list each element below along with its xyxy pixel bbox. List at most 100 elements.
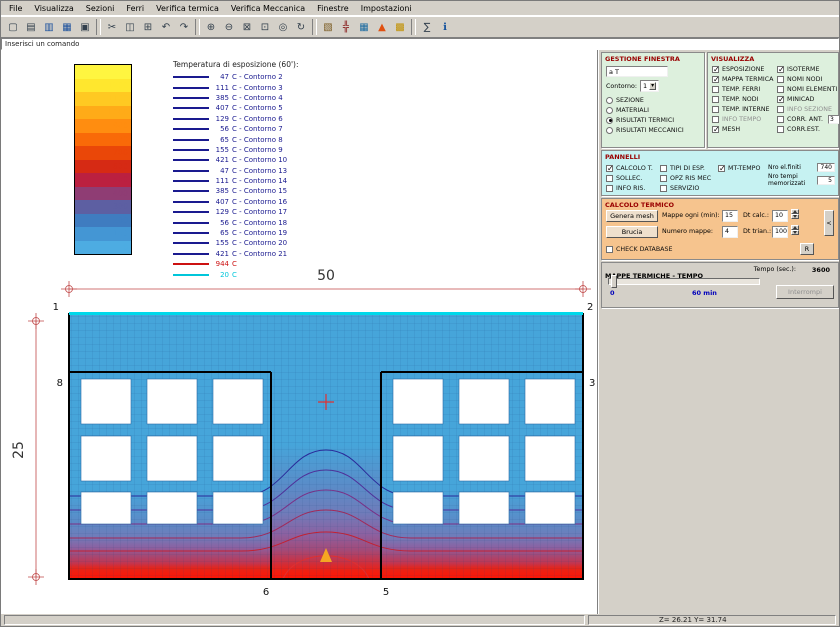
cut-icon[interactable]: ✂ — [103, 19, 121, 36]
save-icon[interactable]: ▥ — [40, 19, 58, 36]
dim-width-label: 50 — [317, 268, 335, 284]
r-button[interactable]: R — [800, 243, 814, 255]
visualizza-panel: VISUALIZZA ESPOSIZIONE MAPPA TERMICA TEM… — [707, 52, 839, 148]
C - Contorno 21: 421 C - Contorno 21 — [173, 249, 298, 259]
dt-calc-stepper[interactable] — [791, 209, 799, 219]
menu-item-ferri[interactable]: Ferri — [120, 3, 150, 14]
menu-item-visualizza[interactable]: Visualizza — [28, 3, 79, 14]
checkbox-mt-tempo[interactable]: MT-TEMPO — [714, 163, 768, 173]
mesh-gen-icon[interactable]: ▦ — [355, 19, 373, 36]
checkbox-mesh[interactable]: MESH — [708, 124, 773, 134]
menu-item-finestre[interactable]: Finestre — [311, 3, 355, 14]
checkbox-mappa-termica[interactable]: MAPPA TERMICA — [708, 74, 773, 84]
menu-item-impostazioni[interactable]: Impostazioni — [355, 3, 418, 14]
contorno-label: Contorno: — [606, 83, 637, 90]
flame-icon[interactable]: ▲ — [373, 19, 391, 36]
dt-trian-field[interactable]: 100 — [772, 226, 788, 238]
time-slider[interactable] — [608, 278, 760, 285]
checkbox-nomi-nodi[interactable]: NOMI NODI — [773, 74, 838, 84]
collapse-panel-button[interactable]: < — [824, 210, 834, 236]
zoom-window-icon[interactable]: ⊠ — [238, 19, 256, 36]
radio-materiali[interactable]: MATERIALI — [602, 105, 704, 115]
check-database-checkbox[interactable]: CHECK DATABASE — [602, 244, 672, 254]
checkbox-nomi-elementi[interactable]: NOMI ELEMENTI — [773, 84, 838, 94]
contorno-select[interactable]: 1 ▾ — [640, 80, 659, 92]
time-slider-handle[interactable] — [611, 275, 617, 288]
menu-bar: File Visualizza Sezioni Ferri Verifica t… — [1, 1, 839, 16]
redo-icon[interactable]: ↷ — [175, 19, 193, 36]
save-all-icon[interactable]: ▦ — [58, 19, 76, 36]
checkbox-info-ris[interactable]: INFO RIS. — [602, 183, 656, 193]
slider-min-label: 0 — [610, 289, 615, 297]
C - Contorno 16: 407 C - Contorno 16 — [173, 197, 298, 207]
thermal-map-icon[interactable]: ▩ — [391, 19, 409, 36]
menu-item-verifica-termica[interactable]: Verifica termica — [150, 3, 225, 14]
copy-icon[interactable]: ◫ — [121, 19, 139, 36]
print-icon[interactable]: ▣ — [76, 19, 94, 36]
gestione-finestra-panel: GESTIONE FINESTRA a T Contorno: 1 ▾ SEZI… — [601, 52, 705, 148]
C - Contorno 8: 65 C - Contorno 8 — [173, 134, 298, 144]
checkbox-temp-interne[interactable]: TEMP. INTERNE — [708, 104, 773, 114]
nro-el-finiti-label: Nro el.finiti — [768, 164, 817, 171]
new-icon[interactable]: ▢ — [4, 19, 22, 36]
C - Contorno 18: 56 C - Contorno 18 — [173, 217, 298, 227]
C - Contorno 19: 65 C - Contorno 19 — [173, 228, 298, 238]
checkbox-servizio[interactable]: SERVIZIO — [656, 183, 714, 193]
open-icon[interactable]: ▤ — [22, 19, 40, 36]
sezione-name-field[interactable]: a T — [606, 66, 668, 77]
zoom-in-icon[interactable]: ⊕ — [202, 19, 220, 36]
zoom-out-icon[interactable]: ⊖ — [220, 19, 238, 36]
temperature-colorbar: 1300 1200 1100 1000 900 800 700 600 500 — [74, 64, 132, 255]
svg-text:5: 5 — [383, 587, 389, 598]
info-icon[interactable]: ℹ — [436, 19, 454, 36]
chevron-down-icon[interactable]: ▾ — [649, 82, 656, 90]
nro-el-finiti-field: 740 — [817, 163, 835, 172]
redraw-icon[interactable]: ↻ — [292, 19, 310, 36]
genera-mesh-button[interactable]: Genera mesh — [606, 210, 658, 222]
mappe-ogni-field[interactable]: 15 — [722, 210, 738, 222]
radio-sezione[interactable]: SEZIONE — [602, 95, 704, 105]
checkbox-temp-ferri[interactable]: TEMP. FERRI — [708, 84, 773, 94]
svg-text:2: 2 — [587, 302, 593, 313]
checkbox-corr-ant[interactable]: CORR. ANT.3 — [773, 114, 838, 124]
checkbox-tipi-di-esp[interactable]: TIPI DI ESP. — [656, 163, 714, 173]
radio-risultati-termici[interactable]: RISULTATI TERMICI — [602, 115, 704, 125]
C - Contorno 2: 47 C - Contorno 2 — [173, 72, 298, 82]
checkbox-temp-nodi[interactable]: TEMP. NODI — [708, 94, 773, 104]
section-icon[interactable]: ▧ — [319, 19, 337, 36]
C - Contorno 3: 111 C - Contorno 3 — [173, 82, 298, 92]
radio-risultati-meccanici[interactable]: RISULTATI MECCANICI — [602, 125, 704, 135]
command-input[interactable]: Inserisci un comando — [1, 38, 839, 50]
drawing-canvas[interactable]: 50 25 1 2 8 3 6 5 1300 — [1, 50, 598, 614]
checkbox-info-tempo[interactable]: INFO TEMPO — [708, 114, 773, 124]
brucia-button[interactable]: Brucia — [606, 226, 658, 238]
menu-item-sezioni[interactable]: Sezioni — [80, 3, 121, 14]
C - Contorno 10: 421 C - Contorno 10 — [173, 155, 298, 165]
C: 944 C — [173, 259, 298, 269]
menu-item-verifica-meccanica[interactable]: Verifica Meccanica — [225, 3, 311, 14]
numero-mappe-field[interactable]: 4 — [722, 226, 738, 238]
zoom-extents-icon[interactable]: ⊡ — [256, 19, 274, 36]
checkbox-isoterme[interactable]: ISOTERME — [773, 64, 838, 74]
pan-icon[interactable]: ◎ — [274, 19, 292, 36]
dt-trian-stepper[interactable] — [791, 225, 799, 235]
interrompi-button[interactable]: Interrompi — [776, 285, 834, 299]
undo-icon[interactable]: ↶ — [157, 19, 175, 36]
checkbox-sollec[interactable]: SOLLEC. — [602, 173, 656, 183]
checkbox-info-sezione[interactable]: INFO SEZIONE — [773, 104, 838, 114]
dt-calc-field[interactable]: 10 — [772, 210, 788, 222]
checkbox-opz-ris-mec[interactable]: OPZ RIS MEC — [656, 173, 714, 183]
C - Contorno 13: 47 C - Contorno 13 — [173, 166, 298, 176]
checkbox-corr-est[interactable]: CORR.EST. — [773, 124, 838, 134]
dt-calc-label: Dt calc.: — [743, 212, 769, 219]
rebar-icon[interactable]: ╬ — [337, 19, 355, 36]
checkbox-calcolo-t[interactable]: CALCOLO T. — [602, 163, 656, 173]
svg-text:1: 1 — [53, 302, 59, 313]
checkbox-minicad[interactable]: MINICAD — [773, 94, 838, 104]
checkbox-esposizione[interactable]: ESPOSIZIONE — [708, 64, 773, 74]
menu-item-file[interactable]: File — [3, 3, 28, 14]
gestione-finestra-title: GESTIONE FINESTRA — [602, 53, 704, 64]
paste-icon[interactable]: ⊞ — [139, 19, 157, 36]
C - Contorno 4: 385 C - Contorno 4 — [173, 93, 298, 103]
sum-icon[interactable]: ∑ — [418, 19, 436, 36]
